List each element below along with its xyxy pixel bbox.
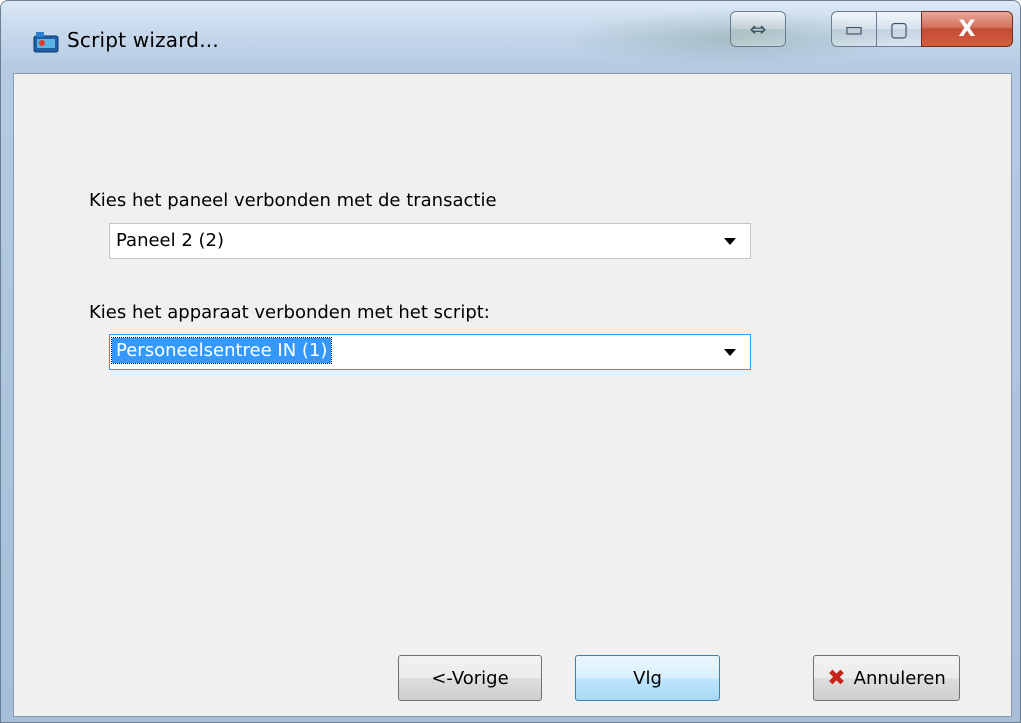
device-label: Kies het apparaat verbonden met het scri… (89, 302, 490, 323)
resize-button[interactable]: ⇔ (730, 11, 786, 47)
previous-button[interactable]: <-Vorige (398, 655, 542, 701)
script-wizard-window: Script wizard... ⇔ ▭ ▢ X Kies het paneel… (0, 0, 1021, 723)
panel-select[interactable]: Paneel 2 (2) (109, 223, 751, 259)
maximize-icon: ▢ (889, 17, 909, 41)
panel-label: Kies het paneel verbonden met de transac… (89, 190, 497, 211)
minimize-button[interactable]: ▭ (831, 11, 877, 47)
resize-icon: ⇔ (749, 17, 767, 41)
panel-select-value: Paneel 2 (2) (116, 230, 225, 251)
close-button[interactable]: X (921, 11, 1013, 47)
maximize-button[interactable]: ▢ (876, 11, 922, 47)
close-icon: X (958, 16, 976, 42)
next-button[interactable]: Vlg (575, 655, 720, 701)
dropdown-arrow-icon[interactable] (724, 238, 736, 245)
app-icon (33, 32, 59, 53)
wizard-content: Kies het paneel verbonden met de transac… (13, 73, 1012, 717)
minimize-icon: ▭ (844, 17, 864, 41)
device-select[interactable]: Personeelsentree IN (1) (109, 334, 751, 370)
previous-button-label: <-Vorige (431, 667, 509, 689)
cancel-button-label: Annuleren (853, 667, 946, 689)
cancel-x-icon: ✖ (827, 665, 846, 691)
window-title: Script wizard... (67, 28, 219, 52)
device-select-value: Personeelsentree IN (1) (110, 337, 333, 364)
next-button-label: Vlg (633, 667, 662, 689)
title-bar[interactable]: Script wizard... ⇔ ▭ ▢ X (1, 1, 1020, 73)
dropdown-arrow-icon[interactable] (724, 349, 736, 356)
cancel-button[interactable]: ✖ Annuleren (813, 655, 960, 701)
